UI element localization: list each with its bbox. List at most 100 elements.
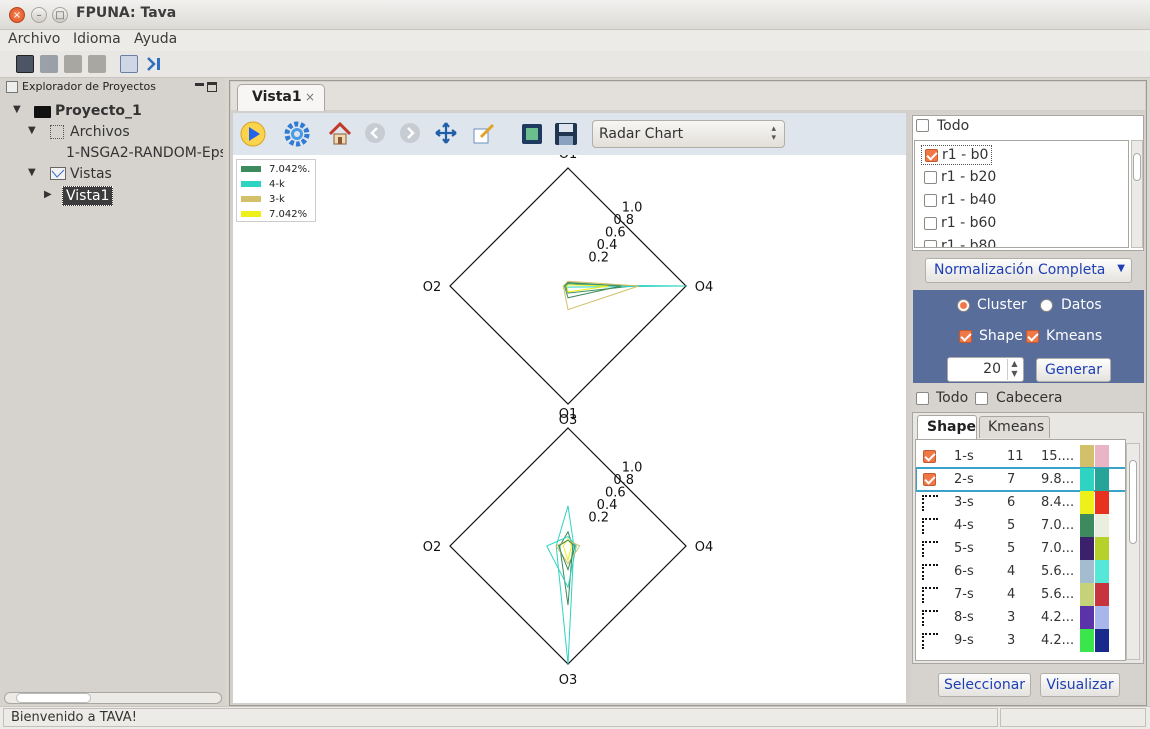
minimize-window-icon[interactable]: – — [31, 7, 47, 23]
run-item[interactable]: r1 - b0 — [921, 145, 993, 165]
generar-button[interactable]: Generar — [1036, 358, 1111, 382]
datos-radio[interactable] — [1040, 298, 1053, 313]
screenshot-icon[interactable] — [519, 121, 545, 147]
menu-ayuda[interactable]: Ayuda — [134, 31, 177, 47]
play-icon[interactable] — [240, 121, 266, 147]
close-window-icon[interactable]: × — [9, 7, 25, 23]
seleccionar-button[interactable]: Seleccionar — [938, 673, 1031, 697]
run-item[interactable]: r1 - b60 — [921, 214, 999, 234]
shape-color-swatch[interactable] — [1080, 583, 1094, 606]
shape-row[interactable]: 7-s 4 5.6... — [916, 583, 1125, 606]
shape-color-swatch[interactable] — [1080, 514, 1094, 537]
run-item[interactable]: r1 - b40 — [921, 191, 999, 211]
shape-color-swatch[interactable] — [1080, 560, 1094, 583]
scroll-thumb[interactable] — [1133, 153, 1141, 181]
tree-vista1[interactable]: Vista1 — [62, 186, 114, 206]
shape-color-swatch[interactable] — [1080, 606, 1094, 629]
run-item[interactable]: r1 - b20 — [921, 168, 999, 188]
chart-type-select[interactable]: Radar Chart ▴ ▾ — [592, 120, 785, 148]
menu-idioma[interactable]: Idioma — [73, 31, 121, 47]
tree-project[interactable]: Proyecto_1 — [55, 103, 142, 119]
tree-file[interactable]: 1-NSGA2-RANDOM-Eps( — [66, 145, 223, 161]
pan-icon[interactable] — [434, 121, 460, 147]
shape-row[interactable]: 8-s 3 4.2... — [916, 606, 1125, 629]
shape-checkbox[interactable] — [959, 329, 972, 344]
shape-scrollbar[interactable] — [1126, 443, 1140, 660]
normalization-select[interactable]: Normalización Completa ▼ — [925, 258, 1132, 283]
shape-row[interactable]: 3-s 6 8.4... — [916, 491, 1125, 514]
add-file-icon[interactable] — [64, 55, 82, 73]
run-checkbox[interactable] — [924, 239, 937, 247]
shape-color-swatch[interactable] — [1080, 445, 1094, 468]
runs-list[interactable]: r1 - b0 r1 - b20 r1 - b40 r1 - b60 r1 - b80 — [914, 140, 1129, 248]
runs-scrollbar[interactable] — [1131, 140, 1143, 248]
shape-color-swatch[interactable] — [1095, 560, 1109, 583]
tree-toggle-icon[interactable]: ▼ — [28, 125, 36, 136]
run-item[interactable]: r1 - b80 — [921, 237, 999, 247]
run-checkbox[interactable] — [925, 148, 938, 162]
shape-checkbox[interactable] — [923, 473, 936, 486]
kmeans-checkbox[interactable] — [1026, 329, 1039, 344]
tree-archivos[interactable]: Archivos — [70, 124, 130, 140]
shape-row[interactable]: 6-s 4 5.6... — [916, 560, 1125, 583]
cabecera-checkbox[interactable] — [975, 391, 988, 406]
shape-name: 6-s — [954, 564, 974, 579]
settings-icon[interactable] — [284, 121, 310, 147]
tab-bar — [231, 82, 1145, 110]
shape-color-swatch[interactable] — [1095, 583, 1109, 606]
shape-row[interactable]: 5-s 5 7.0... — [916, 537, 1125, 560]
shape-color-swatch[interactable] — [1095, 629, 1109, 652]
shape-color-swatch[interactable] — [1095, 491, 1109, 514]
scroll-thumb[interactable] — [1129, 460, 1137, 544]
edit-icon[interactable] — [471, 121, 497, 147]
tree-toggle-icon[interactable]: ▼ — [13, 104, 21, 115]
shape-color-swatch[interactable] — [1095, 606, 1109, 629]
shape-row[interactable]: 2-s 7 9.8... — [916, 467, 1125, 492]
shape-checkbox[interactable] — [923, 450, 936, 463]
shape-row[interactable]: 1-s 11 15.... — [916, 445, 1125, 468]
maximize-panel-icon[interactable] — [207, 82, 217, 92]
tree-expand-icon[interactable]: ▶ — [44, 189, 52, 200]
shape-color-swatch[interactable] — [1080, 491, 1094, 514]
home-icon[interactable] — [327, 121, 353, 147]
shape-color-swatch[interactable] — [1080, 468, 1094, 491]
minimize-panel-icon[interactable] — [195, 83, 204, 86]
visualizar-button[interactable]: Visualizar — [1040, 673, 1120, 697]
shape-row[interactable]: 9-s 3 4.2... — [916, 629, 1125, 652]
todo-shapes-checkbox[interactable] — [916, 391, 929, 406]
forward-icon[interactable] — [398, 121, 424, 147]
cluster-radio[interactable] — [957, 298, 970, 313]
shape-color-swatch[interactable] — [1095, 445, 1109, 468]
tab-close-icon[interactable]: × — [305, 90, 315, 104]
run-checkbox[interactable] — [924, 216, 937, 230]
tree-vistas[interactable]: Vistas — [70, 166, 112, 182]
expand-icon[interactable] — [145, 55, 163, 73]
run-checkbox[interactable] — [924, 170, 937, 184]
menu-archivo[interactable]: Archivo — [8, 31, 60, 47]
back-icon[interactable] — [363, 121, 389, 147]
run-checkbox[interactable] — [924, 193, 937, 207]
todo-runs-checkbox[interactable] — [916, 118, 929, 133]
shape-color-swatch[interactable] — [1080, 537, 1094, 560]
save-icon[interactable] — [553, 121, 579, 147]
shape-list[interactable]: 1-s 11 15.... 2-s 7 9.8... 3-s 6 8.4... 4-s 5 7.0..… — [915, 439, 1126, 661]
cluster-label: Cluster — [977, 297, 1027, 313]
cluster-count-spinner[interactable]: 20 ▲ ▼ — [947, 357, 1024, 382]
shape-percent: 9.8... — [1041, 472, 1075, 487]
new-project-icon[interactable] — [16, 55, 34, 73]
tab-shape[interactable]: Shape — [917, 415, 977, 439]
tab-kmeans[interactable]: Kmeans — [979, 416, 1050, 438]
tab-vista1[interactable]: Vista1 × — [237, 84, 325, 111]
collapse-icon[interactable] — [120, 55, 138, 73]
shape-color-swatch[interactable] — [1095, 514, 1109, 537]
spinner-arrows-icon[interactable]: ▲ ▼ — [1007, 359, 1021, 380]
shape-color-swatch[interactable] — [1095, 537, 1109, 560]
scroll-thumb[interactable] — [16, 693, 91, 703]
open-icon[interactable] — [40, 55, 58, 73]
tree-toggle-icon[interactable]: ▼ — [28, 167, 36, 178]
maximize-window-icon[interactable]: □ — [52, 7, 68, 23]
delete-icon[interactable] — [88, 55, 106, 73]
shape-color-swatch[interactable] — [1095, 468, 1109, 491]
shape-color-swatch[interactable] — [1080, 629, 1094, 652]
shape-row[interactable]: 4-s 5 7.0... — [916, 514, 1125, 537]
